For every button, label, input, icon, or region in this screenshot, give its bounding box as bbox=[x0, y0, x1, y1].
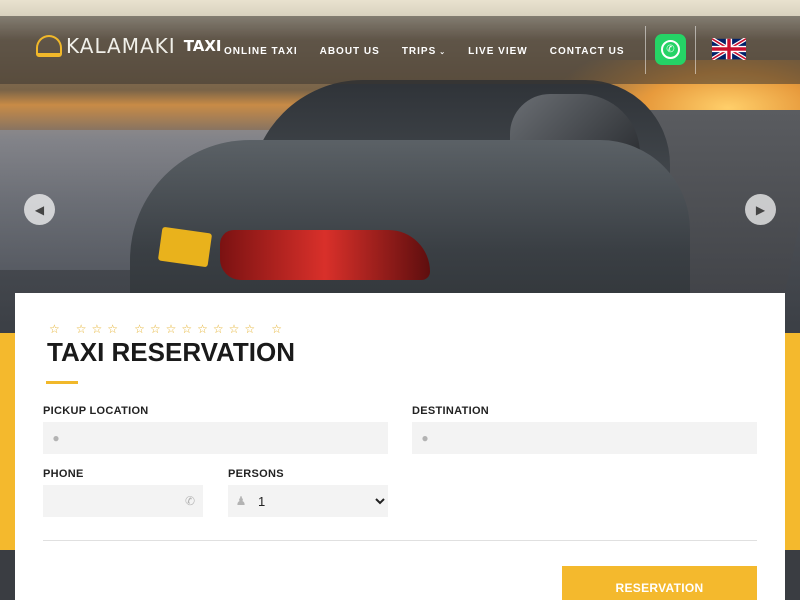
site-header: KALAMAKI TAXI ONLINE TAXI ABOUT US TRIPS… bbox=[0, 16, 800, 84]
star-icon: ☆ bbox=[165, 322, 177, 336]
uk-flag-icon[interactable] bbox=[712, 38, 746, 60]
logo[interactable]: KALAMAKI TAXI bbox=[36, 34, 222, 58]
nav-item-label: TRIPS bbox=[401, 46, 437, 57]
destination-input[interactable] bbox=[438, 422, 757, 454]
map-marker-icon: ● bbox=[421, 431, 429, 445]
logo-mark-icon bbox=[36, 35, 62, 57]
nav-item-about-us[interactable]: ABOUT US bbox=[320, 46, 380, 57]
star-spacer bbox=[260, 322, 266, 336]
reservation-button[interactable]: RESERVATION bbox=[562, 566, 757, 600]
chevron-left-icon: ◀ bbox=[34, 202, 45, 217]
logo-name: KALAMAKI bbox=[66, 34, 176, 58]
page-title: TAXI RESERVATION bbox=[47, 337, 295, 367]
nav-item-contact-us[interactable]: CONTACT US bbox=[550, 46, 625, 57]
phone-field: ✆ bbox=[43, 485, 203, 517]
star-icon: ☆ bbox=[181, 322, 193, 336]
chevron-right-icon: ▶ bbox=[755, 202, 766, 217]
user-icon: ♟ bbox=[235, 494, 247, 508]
persons-label: PERSONS bbox=[228, 468, 284, 480]
star-spacer bbox=[123, 322, 129, 336]
title-underline bbox=[46, 381, 78, 384]
nav-item-online-taxi[interactable]: ONLINE TAXI bbox=[224, 46, 298, 57]
nav-item-label: ONLINE TAXI bbox=[224, 46, 298, 57]
logo-taxi: TAXI bbox=[183, 37, 222, 55]
form-divider bbox=[43, 540, 757, 541]
star-icon: ☆ bbox=[271, 322, 282, 336]
star-icon: ☆ bbox=[212, 322, 224, 336]
persons-field: ♟ 1 bbox=[228, 485, 388, 517]
nav-item-label: ABOUT US bbox=[319, 46, 380, 57]
phone-label: PHONE bbox=[43, 468, 84, 480]
star-icon: ☆ bbox=[75, 322, 87, 336]
pickup-label: PICKUP LOCATION bbox=[43, 405, 149, 417]
nav-item-label: CONTACT US bbox=[549, 46, 625, 57]
header-divider bbox=[645, 26, 646, 74]
nav-item-trips[interactable]: TRIPS ⌄ bbox=[402, 46, 446, 57]
slider-next-button[interactable]: ▶ bbox=[745, 194, 776, 225]
slider-prev-button[interactable]: ◀ bbox=[24, 194, 55, 225]
star-icon: ☆ bbox=[91, 322, 103, 336]
nav-item-live-view[interactable]: LIVE VIEW bbox=[468, 46, 528, 57]
star-icon: ☆ bbox=[107, 322, 119, 336]
star-icon: ☆ bbox=[244, 322, 256, 336]
whatsapp-icon[interactable]: ✆ bbox=[655, 34, 686, 65]
reservation-card: ☆ ☆ ☆ ☆ ☆ ☆ ☆ ☆ ☆ ☆ ☆ ☆ ☆ TAXI RESERVATION PICKUP LO… bbox=[15, 293, 785, 600]
star-icon: ☆ bbox=[49, 322, 60, 336]
pickup-input[interactable] bbox=[69, 422, 388, 454]
star-icon: ☆ bbox=[134, 322, 145, 336]
destination-label: DESTINATION bbox=[412, 405, 490, 417]
star-spacer bbox=[65, 322, 71, 336]
star-icon: ☆ bbox=[149, 322, 161, 336]
phone-icon: ✆ bbox=[184, 494, 196, 508]
persons-select[interactable]: 1 bbox=[254, 485, 388, 517]
destination-field: ● bbox=[412, 422, 757, 454]
rating-stars: ☆ ☆ ☆ ☆ ☆ ☆ ☆ ☆ ☆ ☆ ☆ ☆ ☆ bbox=[49, 322, 282, 336]
star-icon: ☆ bbox=[228, 322, 240, 336]
nav-item-label: LIVE VIEW bbox=[468, 46, 528, 57]
map-marker-icon: ● bbox=[52, 431, 60, 445]
pickup-field: ● bbox=[43, 422, 388, 454]
phone-icon: ✆ bbox=[661, 40, 680, 59]
star-icon: ☆ bbox=[197, 322, 208, 336]
chevron-down-icon: ⌄ bbox=[439, 48, 447, 56]
phone-input[interactable] bbox=[43, 485, 177, 517]
main-nav: ONLINE TAXI ABOUT US TRIPS ⌄ LIVE VIEW C… bbox=[224, 46, 625, 57]
header-divider bbox=[695, 26, 696, 74]
